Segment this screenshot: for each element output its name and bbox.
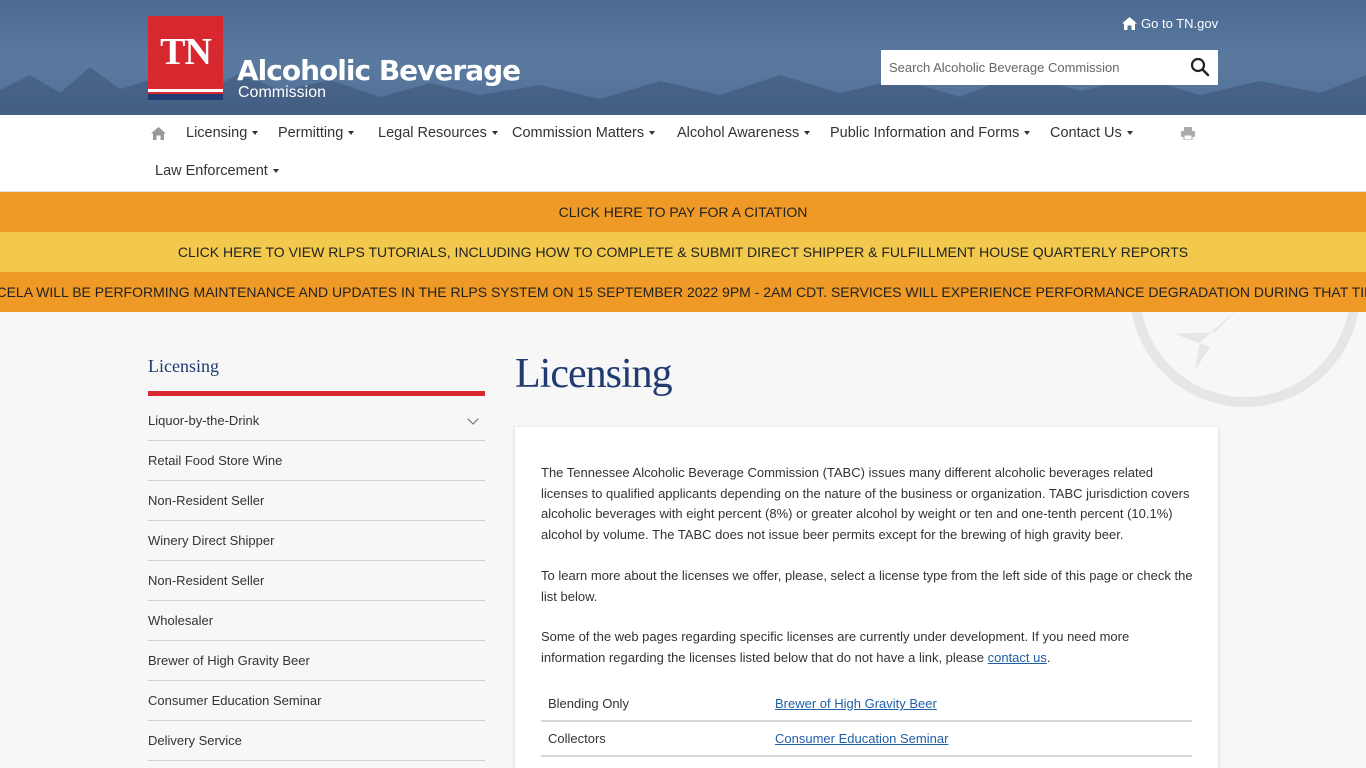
nav-public-information-forms-label: Public Information and Forms — [830, 125, 1020, 141]
search-box — [881, 50, 1218, 85]
print-icon[interactable] — [1181, 127, 1195, 140]
license-name: Blending Only — [548, 696, 629, 711]
nav-law-enforcement[interactable]: Law Enforcement — [155, 163, 279, 179]
banner-rlps-tutorials[interactable]: CLICK HERE TO VIEW RLPS TUTORIALS, INCLU… — [0, 232, 1366, 272]
sidebar-item-winery-direct-shipper[interactable]: Winery Direct Shipper — [148, 521, 485, 561]
caret-down-icon — [1024, 131, 1031, 135]
sidebar-item-retail-food-store-wine[interactable]: Retail Food Store Wine — [148, 441, 485, 481]
nav-commission-matters[interactable]: Commission Matters — [512, 125, 656, 141]
caret-down-icon — [649, 131, 656, 135]
sidebar-item-label: Delivery Service — [148, 733, 242, 748]
nav-commission-matters-label: Commission Matters — [512, 125, 645, 141]
intro-paragraph: The Tennessee Alcoholic Beverage Commiss… — [541, 465, 1190, 543]
caret-down-icon — [348, 131, 355, 135]
caret-down-icon — [804, 131, 811, 135]
home-icon[interactable] — [151, 127, 166, 140]
main-navigation: Licensing Permitting Legal Resources Com… — [0, 115, 1366, 192]
nav-contact-us-label: Contact Us — [1050, 125, 1122, 141]
home-icon — [1122, 17, 1137, 30]
nav-licensing-label: Licensing — [186, 125, 248, 141]
nav-alcohol-awareness-label: Alcohol Awareness — [677, 125, 800, 141]
site-title[interactable]: Alcoholic Beverage — [237, 54, 521, 87]
caret-down-icon — [491, 131, 498, 135]
star-circle-decoration — [1131, 312, 1359, 407]
goto-tn-gov-link[interactable]: Go to TN.gov — [1122, 16, 1218, 31]
banner-rlps-tutorials-text: CLICK HERE TO VIEW RLPS TUTORIALS, INCLU… — [177, 244, 1189, 260]
sidebar-item-consumer-education-seminar[interactable]: Consumer Education Seminar — [148, 681, 485, 721]
license-link[interactable]: Brewer of High Gravity Beer — [775, 696, 937, 711]
sidebar-item-label: Consumer Education Seminar — [148, 693, 322, 708]
contact-us-link[interactable]: contact us — [988, 650, 1047, 665]
sidebar-item-wholesaler[interactable]: Wholesaler — [148, 601, 485, 641]
sidebar-item-brewer-high-gravity-beer[interactable]: Brewer of High Gravity Beer — [148, 641, 485, 681]
sidebar-accent-bar — [148, 391, 485, 396]
nav-permitting-label: Permitting — [278, 125, 344, 141]
banner-pay-citation[interactable]: CLICK HERE TO PAY FOR A CITATION — [0, 192, 1366, 232]
table-row: Blending Only Brewer of High Gravity Bee… — [541, 687, 1192, 722]
search-icon[interactable] — [1190, 57, 1210, 77]
sidebar-item-label: Liquor-by-the-Drink — [148, 413, 260, 428]
sidebar-item-label: Retail Food Store Wine — [148, 453, 283, 468]
content-card: The Tennessee Alcoholic Beverage Commiss… — [515, 427, 1218, 768]
caret-down-icon — [252, 131, 259, 135]
tn-logo[interactable]: TN — [148, 16, 223, 100]
sidebar-item-non-resident-seller-2[interactable]: Non-Resident Seller — [148, 561, 485, 601]
sidebar-item-label: Non-Resident Seller — [148, 573, 265, 588]
site-subtitle: Commission — [238, 84, 327, 101]
goto-tn-gov-label: Go to TN.gov — [1141, 16, 1219, 31]
tn-logo-mark: TN — [160, 31, 212, 73]
banner-pay-citation-text: CLICK HERE TO PAY FOR A CITATION — [558, 204, 808, 220]
caret-down-icon — [1126, 131, 1133, 135]
caret-down-icon — [272, 169, 279, 173]
nav-public-information-forms[interactable]: Public Information and Forms — [830, 125, 1031, 141]
page-title: Licensing — [515, 351, 673, 397]
nav-licensing[interactable]: Licensing — [186, 125, 259, 141]
license-name: Collectors — [548, 731, 606, 746]
table-row: Collectors Consumer Education Seminar — [541, 722, 1192, 757]
search-input[interactable] — [881, 51, 1171, 84]
sidebar-item-label: Non-Resident Seller — [148, 493, 265, 508]
sidebar-item-non-resident-seller[interactable]: Non-Resident Seller — [148, 481, 485, 521]
sidebar-title[interactable]: Licensing — [148, 356, 219, 377]
sidebar-item-label: Wholesaler — [148, 613, 214, 628]
banner-maintenance-notice[interactable]: ACCELA WILL BE PERFORMING MAINTENANCE AN… — [0, 272, 1366, 312]
sidebar-item-delivery-service[interactable]: Delivery Service — [148, 721, 485, 761]
sidebar-item-label: Brewer of High Gravity Beer — [148, 653, 310, 668]
nav-law-enforcement-label: Law Enforcement — [155, 163, 268, 179]
nav-alcohol-awareness[interactable]: Alcohol Awareness — [677, 125, 811, 141]
development-note-paragraph: Some of the web pages regarding specific… — [541, 627, 1196, 668]
site-header: TN Alcoholic Beverage Commission Go to T… — [0, 0, 1366, 115]
development-note-end: . — [1046, 649, 1051, 665]
nav-contact-us[interactable]: Contact Us — [1050, 125, 1133, 141]
nav-legal-resources-label: Legal Resources — [378, 125, 487, 141]
nav-permitting[interactable]: Permitting — [278, 125, 355, 141]
learn-more-paragraph: To learn more about the licenses we offe… — [541, 568, 1193, 604]
sidebar-item-liquor-by-the-drink[interactable]: Liquor-by-the-Drink — [148, 401, 485, 441]
chevron-down-icon[interactable] — [467, 412, 479, 425]
sidebar-menu: Liquor-by-the-Drink Retail Food Store Wi… — [148, 401, 485, 761]
banner-maintenance-notice-text: ACCELA WILL BE PERFORMING MAINTENANCE AN… — [0, 284, 1366, 300]
license-link[interactable]: Consumer Education Seminar — [775, 731, 948, 746]
nav-legal-resources[interactable]: Legal Resources — [378, 125, 498, 141]
sidebar-item-label: Winery Direct Shipper — [148, 533, 275, 548]
